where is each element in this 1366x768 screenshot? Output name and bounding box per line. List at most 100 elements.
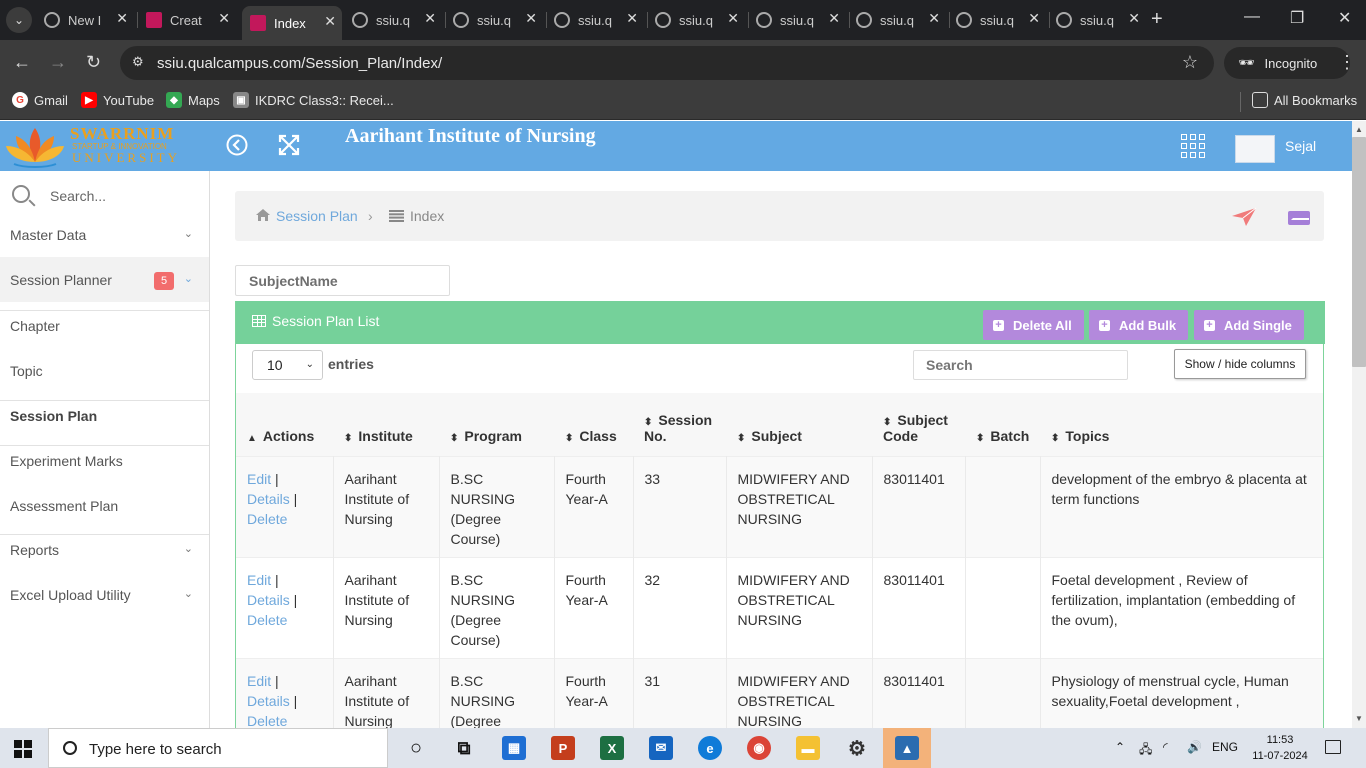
network-icon[interactable]: 🖧 [1139,740,1152,761]
close-icon[interactable]: ✕ [626,10,638,27]
powerpoint-icon[interactable]: P [551,736,575,760]
taskbar-clock[interactable]: 11:53 11-07-2024 [1250,732,1310,764]
windows-start-icon[interactable] [14,740,32,758]
scroll-up-arrow-icon[interactable]: ▲ [1355,125,1363,134]
column-header-class[interactable]: ⬍ Class [554,393,633,456]
task-view-icon[interactable]: ⧉ [452,736,476,760]
browser-tab[interactable]: ssiu.q ✕ [956,6,1046,34]
close-icon[interactable]: ✕ [1028,10,1040,27]
tab-search-button[interactable]: ⌄ [6,7,32,33]
reload-icon[interactable]: ↻ [86,52,101,73]
details-link[interactable]: Details [247,693,290,709]
browser-tab[interactable]: ssiu.q ✕ [554,6,644,34]
scroll-down-arrow-icon[interactable]: ▼ [1355,714,1363,723]
browser-tab-active[interactable]: Index ✕ [242,6,342,40]
excel-icon[interactable]: X [600,736,624,760]
taskbar-search[interactable]: Type here to search [48,728,388,768]
sidebar-item-session-planner[interactable]: Session Planner ⌄ [0,257,209,302]
bookmark-ikdrc[interactable]: ▣ IKDRC Class3:: Recei... [233,92,394,108]
site-settings-icon[interactable]: ⚙ [132,54,144,70]
tray-chevron-up-icon[interactable]: ⌃ [1115,740,1125,754]
delete-link[interactable]: Delete [247,713,287,729]
address-bar[interactable]: ⚙ ssiu.qualcampus.com/Session_Plan/Index… [120,46,1214,80]
sidebar-item-session-plan[interactable]: Session Plan [0,393,209,438]
page-scrollbar-thumb[interactable] [1352,137,1366,367]
notification-center-icon[interactable] [1325,740,1341,754]
browser-tab[interactable]: ssiu.q ✕ [1056,6,1146,34]
back-arrow-icon[interactable]: ← [13,52,31,73]
browser-tab[interactable]: ssiu.q ✕ [453,6,543,34]
column-header-subject-code[interactable]: ⬍ Subject Code [872,393,965,456]
browser-tab[interactable]: Creat ✕ [146,6,236,34]
sidebar-item-excel-upload-utility[interactable]: Excel Upload Utility ⌄ [0,572,209,617]
bookmark-star-icon[interactable]: ☆ [1182,52,1198,73]
close-icon[interactable]: ✕ [116,10,128,27]
close-icon[interactable]: ✕ [218,10,230,27]
delete-all-button[interactable]: + Delete All [983,310,1084,340]
close-icon[interactable]: ✕ [1128,10,1140,27]
microsoft-store-icon[interactable]: ▦ [502,736,526,760]
sidebar-item-experiment-marks[interactable]: Experiment Marks [0,438,209,483]
file-explorer-icon[interactable]: ▬ [796,736,820,760]
sidebar-item-reports[interactable]: Reports ⌄ [0,527,209,572]
close-icon[interactable]: ✕ [324,13,336,30]
edit-link[interactable]: Edit [247,471,271,487]
details-link[interactable]: Details [247,491,290,507]
apps-grid-icon[interactable] [1181,134,1205,158]
settings-gear-icon[interactable]: ⚙ [845,736,869,760]
sidebar-item-master-data[interactable]: Master Data ⌄ [0,212,209,257]
browser-tab[interactable]: New I ✕ [44,6,134,34]
add-bulk-button[interactable]: + Add Bulk [1089,310,1189,340]
subject-name-filter[interactable] [235,265,450,296]
details-link[interactable]: Details [247,592,290,608]
user-name[interactable]: Sejal [1285,138,1316,154]
mail-icon[interactable] [1288,211,1310,225]
new-tab-plus-icon[interactable]: + [1151,8,1163,31]
wifi-icon[interactable]: ◜ [1163,740,1168,754]
close-icon[interactable]: ✕ [828,10,840,27]
browser-tab[interactable]: ssiu.q ✕ [856,6,946,34]
sidebar-item-chapter[interactable]: Chapter [0,303,209,348]
table-search-input[interactable] [913,350,1128,380]
column-header-session-no[interactable]: ⬍ Session No. [633,393,726,456]
incognito-indicator[interactable]: 🕶 Incognito [1224,47,1350,79]
column-header-program[interactable]: ⬍ Program [439,393,554,456]
sidebar-item-topic[interactable]: Topic [0,348,209,393]
university-logo[interactable]: SWARRNIM STARTUP & INNOVATION UNIVERSITY [0,121,210,171]
restore-icon[interactable]: ❐ [1290,8,1304,28]
browser-tab[interactable]: ssiu.q ✕ [756,6,846,34]
add-single-button[interactable]: + Add Single [1194,310,1304,340]
column-header-actions[interactable]: ▲ Actions [236,393,333,456]
language-indicator[interactable]: ENG [1212,740,1238,754]
column-header-institute[interactable]: ⬍ Institute [333,393,439,456]
bookmark-maps[interactable]: ◆ Maps [166,92,220,108]
cortana-circle-icon[interactable]: ○ [404,736,428,760]
close-icon[interactable]: ✕ [727,10,739,27]
bookmark-gmail[interactable]: G Gmail [12,92,68,108]
photos-icon[interactable]: ▲ [895,736,919,760]
bookmark-youtube[interactable]: ▶ YouTube [81,92,154,108]
chrome-menu-icon[interactable]: ⋮ [1338,52,1356,73]
entries-per-page-select[interactable]: 10 ⌄ [252,350,323,380]
chrome-icon[interactable]: ◉ [747,736,771,760]
all-bookmarks[interactable]: All Bookmarks [1252,92,1357,108]
minimize-icon[interactable]: — [1244,8,1260,26]
close-icon[interactable]: ✕ [424,10,436,27]
browser-tab[interactable]: ssiu.q ✕ [352,6,442,34]
column-header-topics[interactable]: ⬍ Topics [1040,393,1323,456]
url-text[interactable]: ssiu.qualcampus.com/Session_Plan/Index/ [157,55,442,72]
show-hide-columns-button[interactable]: Show / hide columns [1174,349,1306,379]
edge-icon[interactable]: e [698,736,722,760]
fullscreen-icon[interactable] [278,134,300,161]
forward-arrow-icon[interactable]: → [49,52,67,73]
sidebar-item-assessment-plan[interactable]: Assessment Plan [0,483,209,528]
breadcrumb-session-plan[interactable]: Session Plan [276,208,358,224]
window-close-icon[interactable]: ✕ [1338,8,1351,28]
column-header-batch[interactable]: ⬍ Batch [965,393,1040,456]
avatar[interactable] [1235,135,1275,163]
edit-link[interactable]: Edit [247,572,271,588]
edit-link[interactable]: Edit [247,673,271,689]
column-header-subject[interactable]: ⬍ Subject [726,393,872,456]
delete-link[interactable]: Delete [247,612,287,628]
back-circle-icon[interactable] [226,134,248,161]
